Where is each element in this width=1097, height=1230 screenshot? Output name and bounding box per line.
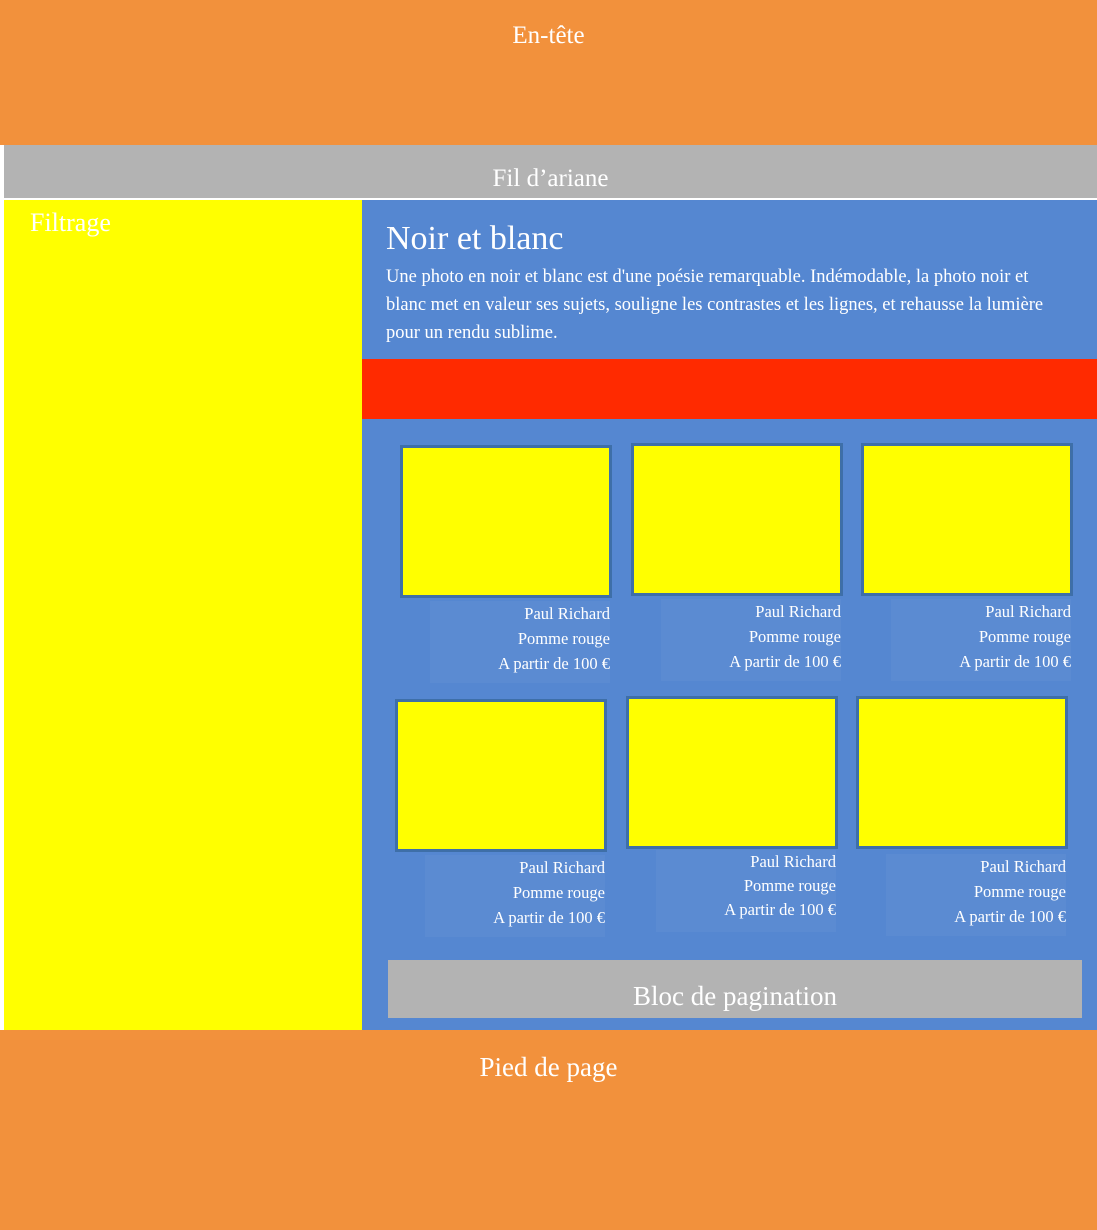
product-card[interactable]: Paul Richard Pomme rouge A partir de 100… [626, 696, 838, 934]
product-price: A partir de 100 € [954, 907, 1066, 926]
product-artist: Paul Richard [755, 602, 841, 621]
product-caption: Paul Richard Pomme rouge A partir de 100… [886, 854, 1066, 936]
product-price: A partir de 100 € [729, 652, 841, 671]
product-thumbnail[interactable] [395, 699, 607, 852]
header-label: En-tête [512, 22, 585, 49]
product-artist: Paul Richard [980, 857, 1066, 876]
red-banner [362, 359, 1097, 419]
footer-label: Pied de page [479, 1052, 618, 1082]
product-caption: Paul Richard Pomme rouge A partir de 100… [661, 599, 841, 681]
page-description: Une photo en noir et blanc est d'une poé… [386, 267, 1044, 343]
breadcrumb-label: Fil d’ariane [492, 165, 609, 192]
product-artist: Paul Richard [524, 604, 610, 623]
footer-block: Pied de page [0, 1030, 1097, 1230]
product-card[interactable]: Paul Richard Pomme rouge A partir de 100… [856, 696, 1068, 934]
main-content: Noir et blanc Une photo en noir et blanc… [362, 200, 1097, 1030]
product-caption: Paul Richard Pomme rouge A partir de 100… [425, 855, 605, 937]
product-thumbnail[interactable] [861, 443, 1073, 596]
product-price: A partir de 100 € [959, 652, 1071, 671]
product-title: Pomme rouge [512, 883, 605, 902]
product-title: Pomme rouge [517, 629, 610, 648]
pagination-label: Bloc de pagination [633, 981, 837, 1011]
pagination-block[interactable]: Bloc de pagination [388, 960, 1082, 1018]
product-card[interactable]: Paul Richard Pomme rouge A partir de 100… [631, 443, 843, 681]
product-price: A partir de 100 € [498, 654, 610, 673]
product-caption: Paul Richard Pomme rouge A partir de 100… [656, 850, 836, 932]
filter-label: Filtrage [30, 208, 111, 237]
product-title: Pomme rouge [978, 627, 1071, 646]
product-artist: Paul Richard [985, 602, 1071, 621]
product-thumbnail[interactable] [626, 696, 838, 849]
product-price: A partir de 100 € [724, 900, 836, 919]
product-thumbnail[interactable] [856, 696, 1068, 849]
product-caption: Paul Richard Pomme rouge A partir de 100… [891, 599, 1071, 681]
product-artist: Paul Richard [519, 858, 605, 877]
page-title: Noir et blanc [386, 220, 564, 257]
product-card[interactable]: Paul Richard Pomme rouge A partir de 100… [861, 443, 1073, 681]
product-thumbnail[interactable] [400, 445, 612, 598]
filter-sidebar: Filtrage [4, 200, 362, 1030]
product-caption: Paul Richard Pomme rouge A partir de 100… [430, 601, 610, 683]
breadcrumb-block: Fil d’ariane [4, 145, 1097, 198]
product-artist: Paul Richard [750, 852, 836, 871]
product-thumbnail[interactable] [631, 443, 843, 596]
header-block: En-tête [0, 0, 1097, 145]
product-title: Pomme rouge [973, 882, 1066, 901]
product-card[interactable]: Paul Richard Pomme rouge A partir de 100… [395, 699, 607, 937]
product-title: Pomme rouge [748, 627, 841, 646]
product-price: A partir de 100 € [493, 908, 605, 927]
product-card[interactable]: Paul Richard Pomme rouge A partir de 100… [400, 445, 612, 683]
product-title: Pomme rouge [743, 876, 836, 895]
